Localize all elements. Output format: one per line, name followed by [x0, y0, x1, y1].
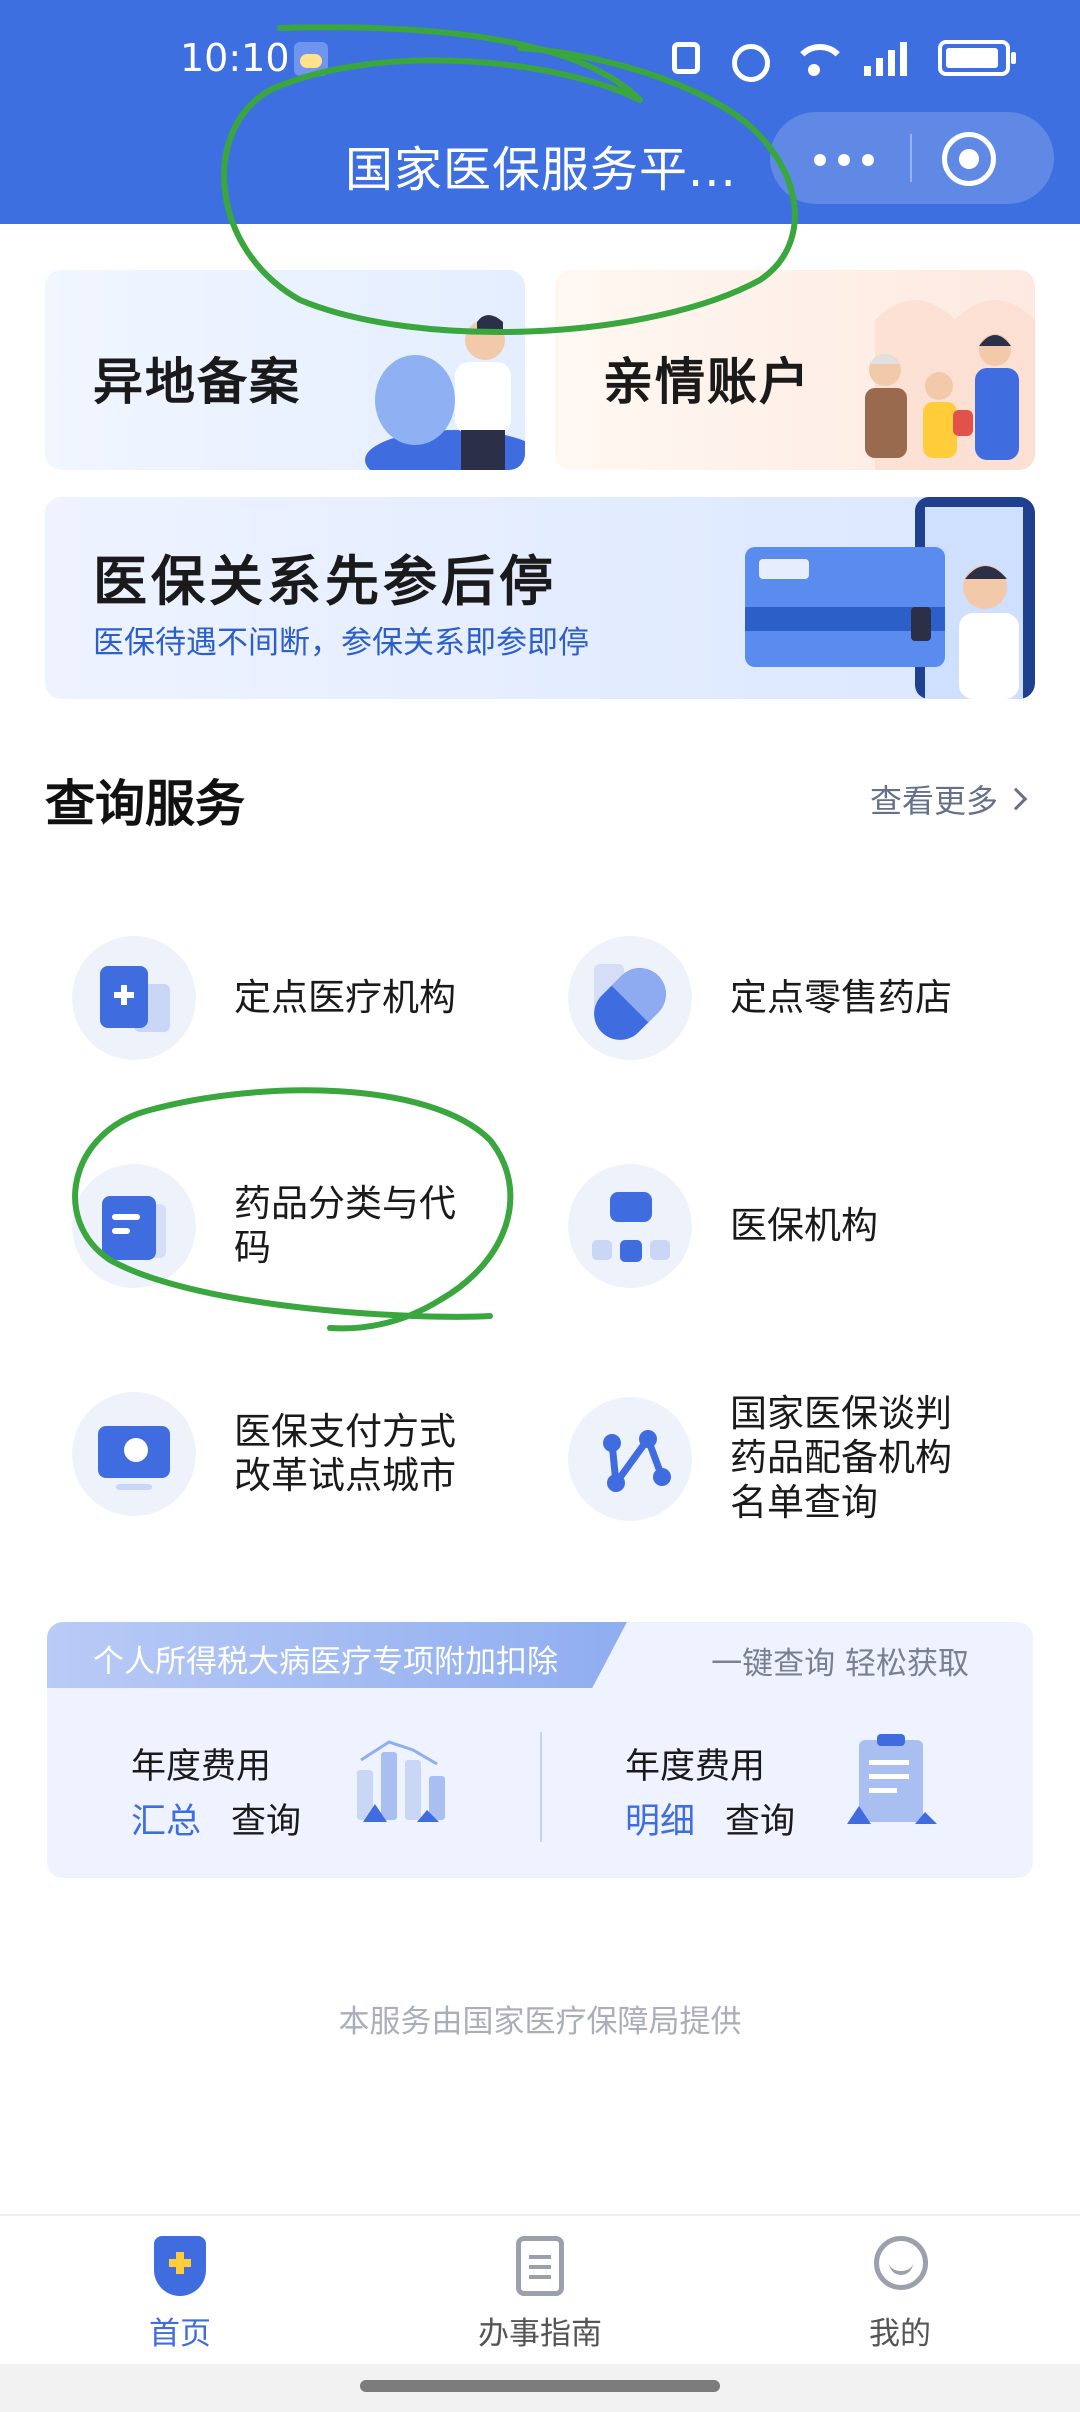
service-label: 定点零售药店 [730, 975, 952, 1019]
service-item-drug-classification[interactable]: 药品分类与代 码 [72, 1164, 512, 1288]
network-icon [568, 1396, 692, 1521]
bar-chart-icon [357, 1740, 445, 1822]
annual-detail-query[interactable]: 年度费用 明细 查询 [625, 1738, 795, 1844]
service-item-retail-pharmacies[interactable]: 定点零售药店 [568, 936, 1008, 1060]
service-label: 药品分类与代 码 [234, 1181, 456, 1269]
tax-tag-text: 个人所得税大病医疗专项附加扣除 [93, 1644, 558, 1680]
status-bar: 10:10 [0, 0, 1080, 120]
wifi-icon [790, 38, 848, 78]
service-item-medical-institutions[interactable]: 定点医疗机构 [72, 936, 512, 1060]
summary-line1: 年度费用 [131, 1747, 272, 1787]
family-account-label: 亲情账户 [603, 353, 811, 411]
detail-highlight: 明细 [625, 1802, 696, 1842]
home-indicator[interactable] [0, 2364, 1080, 2412]
alarm-icon [728, 38, 770, 82]
banner-title: 医保关系先参后停 [93, 550, 557, 613]
query-services-title: 查询服务 [45, 775, 245, 833]
summary-action: 查询 [231, 1802, 302, 1842]
page-title: 国家医保服务平... [345, 142, 737, 198]
banner-subtitle: 医保待遇不间断，参保关系即参即停 [93, 625, 589, 661]
tax-deduction-panel: 个人所得税大病医疗专项附加扣除 一键查询 轻松获取 年度费用 汇总 查询 年度费用… [47, 1622, 1033, 1878]
family-illustration [865, 300, 1035, 470]
miniprogram-capsule [770, 112, 1054, 204]
chevron-right-icon [1004, 787, 1028, 811]
document-icon [510, 2236, 570, 2300]
status-icons [666, 38, 1016, 82]
insurance-card-illustration [745, 497, 1035, 699]
service-label: 定点医疗机构 [234, 975, 456, 1019]
see-more-label: 查看更多 [869, 782, 998, 820]
tab-mine[interactable]: 我的 [800, 2236, 1000, 2353]
close-miniprogram-button[interactable] [942, 132, 996, 186]
service-item-insurance-agencies[interactable]: 医保机构 [568, 1164, 1008, 1288]
annual-summary-query[interactable]: 年度费用 汇总 查询 [131, 1738, 301, 1844]
service-label: 医保支付方式 改革试点城市 [234, 1409, 456, 1497]
pill-icon [568, 936, 692, 1060]
service-label: 医保机构 [730, 1203, 878, 1247]
tab-guide[interactable]: 办事指南 [440, 2236, 640, 2353]
tax-divider [540, 1732, 542, 1842]
tab-home-label: 首页 [149, 2316, 211, 2352]
person-illustration [365, 315, 525, 470]
tab-guide-label: 办事指南 [478, 2316, 602, 2352]
monitor-icon [72, 1392, 196, 1516]
organization-icon [568, 1164, 692, 1288]
nfc-icon [666, 38, 706, 78]
service-item-payment-reform-cities[interactable]: 医保支付方式 改革试点城市 [72, 1392, 512, 1516]
summary-highlight: 汇总 [131, 1802, 202, 1842]
bottom-tab-bar: 首页 办事指南 我的 [0, 2214, 1080, 2364]
more-button[interactable] [800, 130, 890, 186]
insurance-relation-banner[interactable]: 医保关系先参后停 医保待遇不间断，参保关系即参即停 [45, 497, 1035, 699]
smiley-icon [870, 2236, 930, 2300]
status-time: 10:10 [180, 36, 290, 80]
family-account-card[interactable]: 亲情账户 [555, 270, 1035, 470]
tab-mine-label: 我的 [869, 2316, 931, 2352]
clipboard-icon [847, 1734, 937, 1824]
hospital-icon [72, 936, 196, 1060]
tax-slogan: 一键查询 轻松获取 [711, 1646, 969, 1682]
remote-filing-card[interactable]: 异地备案 [45, 270, 525, 470]
capsule-divider [910, 134, 912, 182]
document-icon [72, 1164, 196, 1288]
see-more-link[interactable]: 查看更多 [869, 776, 1028, 822]
app-header: 10:10 国家医保服务平... [0, 0, 1080, 224]
detail-line1: 年度费用 [625, 1747, 766, 1787]
remote-filing-label: 异地备案 [93, 353, 301, 411]
weather-icon [294, 42, 328, 76]
detail-action: 查询 [725, 1802, 796, 1842]
service-item-negotiated-drug-institutions[interactable]: 国家医保谈判 药品配备机构 名单查询 [568, 1392, 1028, 1525]
provider-note: 本服务由国家医疗保障局提供 [338, 2004, 742, 2040]
tab-home[interactable]: 首页 [80, 2236, 280, 2353]
signal-icon [860, 38, 916, 78]
battery-icon [938, 40, 1016, 76]
service-label: 国家医保谈判 药品配备机构 名单查询 [730, 1392, 952, 1524]
shield-icon [150, 2236, 210, 2300]
